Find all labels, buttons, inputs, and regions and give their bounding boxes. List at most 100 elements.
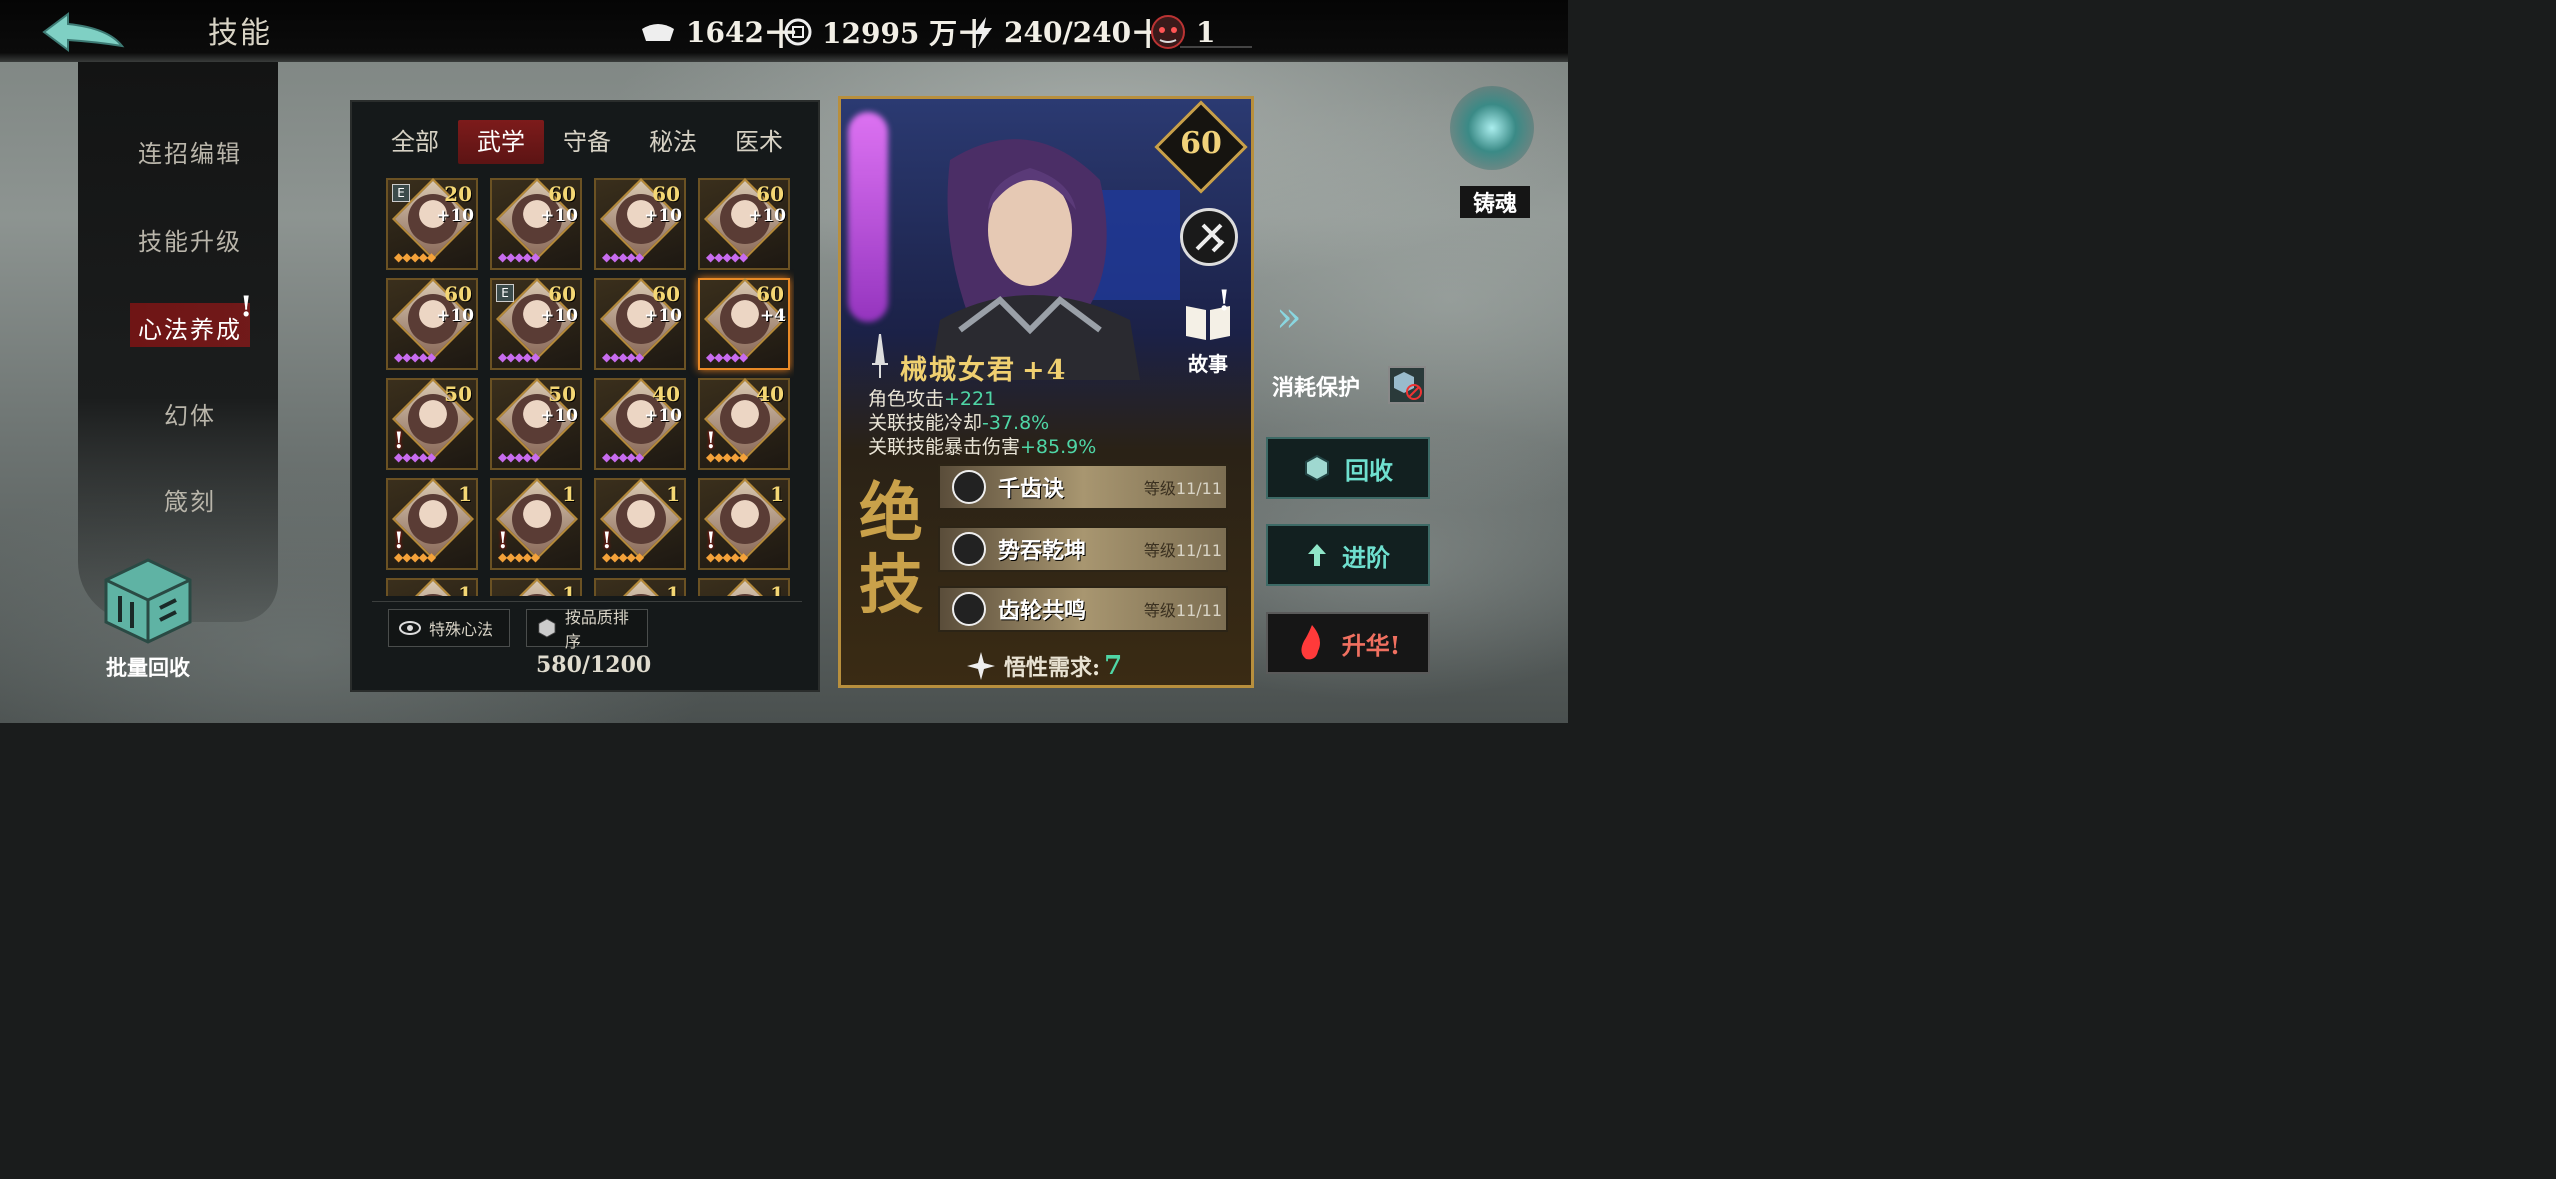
- recycle-cube-icon: [104, 558, 192, 644]
- star-gems-icon: ◆◆◆◆◆: [394, 450, 436, 464]
- card-plus: +10: [436, 306, 474, 326]
- stat-crit-value: +85.9%: [1020, 436, 1097, 458]
- card-level: 40: [756, 382, 784, 406]
- star-gems-icon: ◆◆◆◆◆: [706, 450, 748, 464]
- advance-button[interactable]: 进阶: [1266, 524, 1430, 586]
- silver-ingot-icon: [640, 19, 676, 45]
- stat-cooldown-label: 关联技能冷却: [868, 412, 983, 434]
- special-method-button[interactable]: 特殊心法: [388, 609, 510, 647]
- tab-martial[interactable]: 武学: [458, 120, 544, 164]
- bulk-recycle-button[interactable]: 批量回收: [96, 556, 200, 686]
- skill-level: 等级11/11: [1144, 537, 1222, 561]
- stamina-resource[interactable]: 240/240 十: [972, 12, 1163, 53]
- recycle-button[interactable]: 回收: [1266, 437, 1430, 499]
- heart-method-card[interactable]: 1! ◆◆◆◆◆: [594, 477, 686, 570]
- skill-name: 齿轮共鸣: [998, 598, 1087, 624]
- stat-cooldown: 关联技能冷却-37.8%: [868, 408, 1049, 435]
- heart-method-card[interactable]: 60 +10 ◆◆◆◆◆: [594, 177, 686, 270]
- lightning-icon: [972, 17, 994, 47]
- character-name-text: 械城女君: [900, 355, 1016, 386]
- heart-method-card[interactable]: 1◆◆◆◆◆: [490, 577, 582, 596]
- skill-level-value: 11/11: [1175, 601, 1222, 620]
- tab-medicine[interactable]: 医术: [716, 120, 802, 164]
- heart-method-card[interactable]: 50 +10 ◆◆◆◆◆: [490, 377, 582, 470]
- skill-level: 等级11/11: [1144, 597, 1222, 621]
- skill-row[interactable]: 齿轮共鸣 等级11/11: [938, 586, 1228, 632]
- card-level: 60: [444, 282, 472, 306]
- weapon-type-icon[interactable]: [1180, 208, 1238, 266]
- protect-cube-icon: [1394, 372, 1422, 400]
- character-face: [616, 494, 666, 544]
- heart-method-card[interactable]: 60 +10 ◆◆◆◆◆: [698, 177, 790, 270]
- heart-method-card[interactable]: 1◆◆◆◆◆: [594, 577, 686, 596]
- star-gems-icon: ◆◆◆◆◆: [394, 550, 436, 564]
- heart-method-card[interactable]: 1! ◆◆◆◆◆: [490, 477, 582, 570]
- skill-level-label: 等级: [1143, 601, 1176, 620]
- heart-method-card[interactable]: 60 +10 ◆◆◆◆◆: [594, 277, 686, 370]
- skill-level-label: 等级: [1143, 541, 1176, 560]
- coin-resource[interactable]: 12995 万 十: [784, 12, 989, 53]
- card-grid[interactable]: E 20 +10 ◆◆◆◆◆ 60 +10 ◆◆◆◆◆ 60 +10 ◆◆◆◆◆ 60 +10 ◆◆◆◆…: [384, 174, 794, 596]
- silver-resource[interactable]: 1642 十: [640, 12, 796, 53]
- card-level: 50: [444, 382, 472, 406]
- insight-value: 7: [1104, 651, 1123, 681]
- heart-method-card[interactable]: E 20 +10 ◆◆◆◆◆: [386, 177, 478, 270]
- double-chevron-right-icon[interactable]: »: [1276, 292, 1302, 341]
- card-plus: +10: [748, 206, 786, 226]
- demon-mask-icon: [1150, 14, 1186, 50]
- wave-skill-icon: [952, 532, 986, 566]
- heart-method-card[interactable]: 50! ◆◆◆◆◆: [386, 377, 478, 470]
- star-gems-icon: ◆◆◆◆◆: [602, 450, 644, 464]
- card-level: 1: [770, 582, 784, 596]
- consume-protect-label: 消耗保护: [1272, 375, 1361, 401]
- heart-method-card[interactable]: 40! ◆◆◆◆◆: [698, 377, 790, 470]
- heart-method-card[interactable]: 60 +4 ◆◆◆◆◆: [698, 277, 790, 370]
- heart-method-card[interactable]: 1◆◆◆◆◆: [698, 577, 790, 596]
- skill-row[interactable]: 千齿诀 等级11/11: [938, 464, 1228, 510]
- stat-attack: 角色攻击+221: [868, 384, 996, 411]
- resource-underline: [1180, 46, 1252, 48]
- story-alert-icon: !: [1218, 284, 1231, 317]
- sidebar-item-heart-method[interactable]: 心法养成: [100, 310, 280, 345]
- card-level: 50: [548, 382, 576, 406]
- tab-secret[interactable]: 秘法: [630, 120, 716, 164]
- category-tabs: 全部 武学 守备 秘法 医术: [372, 120, 802, 164]
- sort-quality-button[interactable]: 按品质排序: [526, 608, 648, 651]
- heart-method-card[interactable]: 1! ◆◆◆◆◆: [386, 477, 478, 570]
- card-level: 60: [756, 282, 784, 306]
- e-badge-icon: E: [392, 184, 410, 202]
- soul-forge-label[interactable]: 铸魂: [1460, 186, 1530, 218]
- coin-value: 12995 万: [822, 17, 958, 50]
- card-plus: +10: [540, 306, 578, 326]
- sort-quality-label: 按品质排序: [564, 608, 629, 651]
- sidebar-item-combo-edit[interactable]: 连招编辑: [100, 134, 280, 169]
- heart-method-card[interactable]: 1◆◆◆◆◆: [386, 577, 478, 596]
- tab-defense[interactable]: 守备: [544, 120, 630, 164]
- skill-row[interactable]: 势吞乾坤 等级11/11: [938, 526, 1228, 572]
- card-level: 60: [652, 182, 680, 206]
- sword-icon: [872, 334, 888, 378]
- stamina-value: 240/240: [1004, 15, 1132, 49]
- back-button[interactable]: [38, 8, 128, 54]
- story-label: 故事: [1188, 352, 1228, 376]
- e-badge-icon: E: [496, 284, 514, 302]
- heart-method-card[interactable]: 60 +10 ◆◆◆◆◆: [490, 177, 582, 270]
- skill-name: 势吞乾坤: [998, 538, 1087, 564]
- heart-method-card[interactable]: 1! ◆◆◆◆◆: [698, 477, 790, 570]
- sidebar-item-skill-upgrade[interactable]: 技能升级: [100, 222, 280, 257]
- card-level: 60: [548, 282, 576, 306]
- consume-protect-toggle[interactable]: [1388, 366, 1426, 404]
- coin-icon: [784, 18, 812, 46]
- card-level: 1: [666, 582, 680, 596]
- heart-method-card[interactable]: 60 +10 ◆◆◆◆◆: [386, 277, 478, 370]
- heart-method-card[interactable]: 40 +10 ◆◆◆◆◆: [594, 377, 686, 470]
- silver-value: 1642: [686, 15, 764, 49]
- tab-all[interactable]: 全部: [372, 120, 458, 164]
- ascend-button[interactable]: 升华!: [1266, 612, 1430, 674]
- sidebar-item-phantom[interactable]: 幻体: [100, 396, 280, 431]
- heart-method-card[interactable]: E 60 +10 ◆◆◆◆◆: [490, 277, 582, 370]
- sidebar-item-engrave[interactable]: 箴刻: [100, 482, 280, 517]
- soul-forge-icon[interactable]: [1450, 86, 1534, 170]
- star-gems-icon: ◆◆◆◆◆: [602, 350, 644, 364]
- star-gems-icon: ◆◆◆◆◆: [498, 550, 540, 564]
